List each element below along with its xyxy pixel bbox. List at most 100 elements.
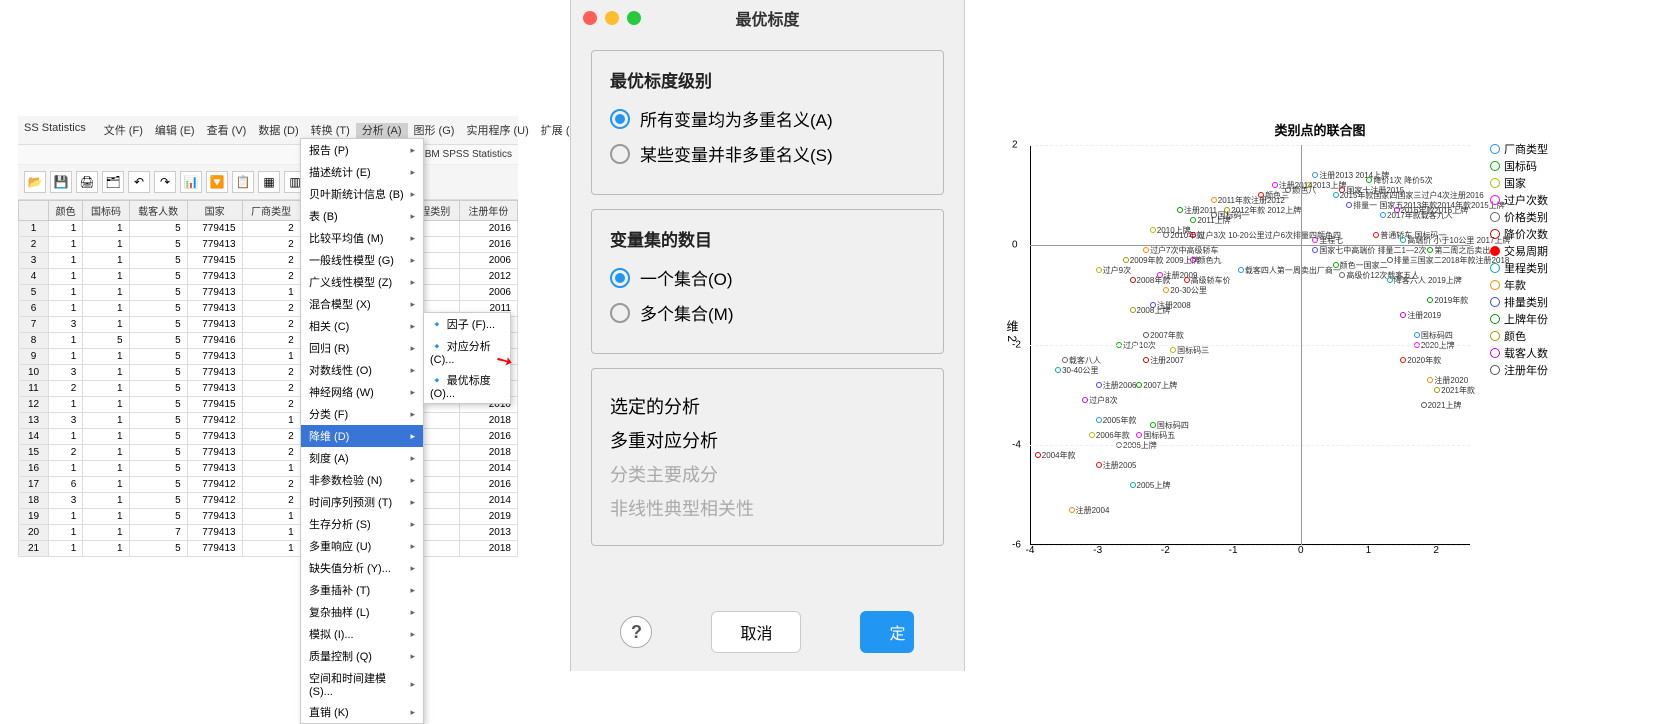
save-icon[interactable]: 💾 (50, 171, 72, 193)
table-row[interactable]: 1331577941212018212018 (19, 413, 518, 429)
define-button[interactable]: 定 (860, 611, 914, 653)
menu-item[interactable]: 神经网络 (W)▸ (301, 381, 423, 403)
menu-item[interactable]: 一般线性模型 (G)▸ (301, 249, 423, 271)
menu-item[interactable]: 贝叶斯统计信息 (B)▸ (301, 183, 423, 205)
data-point (1177, 207, 1183, 213)
data-point (1136, 432, 1142, 438)
menu-item[interactable]: 多重响应 (U)▸ (301, 535, 423, 557)
menu-item[interactable]: 空间和时间建模 (S)...▸ (301, 667, 423, 701)
menu-item[interactable]: 复杂抽样 (L)▸ (301, 601, 423, 623)
menu-item[interactable]: 对数线性 (O)▸ (301, 359, 423, 381)
split-icon[interactable]: ▦ (258, 171, 280, 193)
menu-item[interactable]: 比较平均值 (M)▸ (301, 227, 423, 249)
data-point (1096, 462, 1102, 468)
legend-item: 厂商类型 (1490, 141, 1548, 157)
redo-icon[interactable]: ↷ (154, 171, 176, 193)
table-row[interactable]: 411577941322012212012 (19, 269, 518, 285)
data-point (1096, 382, 1102, 388)
column-header[interactable]: 注册年份 (459, 201, 517, 221)
recall-icon[interactable]: 🗂 (102, 171, 124, 193)
find-icon[interactable]: 📋 (232, 171, 254, 193)
point-label: 普通轿车 国标码一 (1380, 230, 1446, 241)
menu-item[interactable]: 多重插补 (T)▸ (301, 579, 423, 601)
column-header[interactable] (19, 201, 49, 221)
table-row[interactable]: 2111577941312016212018 (19, 541, 518, 557)
table-row[interactable]: 2011777941312013212013 (19, 525, 518, 541)
radio-some-not-nominal[interactable]: 某些变量并非多重名义(S) (610, 141, 925, 166)
table-row[interactable]: 511577941312006212006 (19, 285, 518, 301)
table-row[interactable]: 1521577941322019212018 (19, 445, 518, 461)
menu-item[interactable]: 表 (B)▸ (301, 205, 423, 227)
menu-item[interactable]: 图形 (G) (408, 123, 461, 139)
column-header[interactable]: 颜色 (49, 201, 83, 221)
menu-item[interactable]: 缺失值分析 (Y)...▸ (301, 557, 423, 579)
table-row[interactable]: 1761577941222017212016 (19, 477, 518, 493)
column-header[interactable]: 国标码 (83, 201, 129, 221)
submenu-item[interactable]: 🔹 最优标度 (O)... (424, 369, 510, 403)
table-row[interactable]: 111577941522017212016 (19, 221, 518, 237)
data-point (1333, 262, 1339, 268)
print-icon[interactable]: 🖨 (76, 171, 98, 193)
table-row[interactable]: 211577941322017212016 (19, 237, 518, 253)
analyze-menu[interactable]: 报告 (P)▸描述统计 (E)▸贝叶斯统计信息 (B)▸表 (B)▸比较平均值 … (300, 138, 424, 724)
menu-item[interactable]: 质量控制 (Q)▸ (301, 645, 423, 667)
menu-item[interactable]: 报告 (P)▸ (301, 139, 423, 161)
cancel-button[interactable]: 取消 (711, 611, 801, 653)
menubar: SS Statistics 文件 (F)编辑 (E)查看 (V)数据 (D)转换… (18, 116, 518, 145)
table-row[interactable]: 311577941522006212006 (19, 253, 518, 269)
point-label: 颜色九 (1197, 255, 1221, 266)
menu-item[interactable]: 相关 (C)▸ (301, 315, 423, 337)
menu-item[interactable]: 直销 (K)▸ (301, 701, 423, 723)
open-icon[interactable]: 📂 (24, 171, 46, 193)
menu-item[interactable]: 广义线性模型 (Z)▸ (301, 271, 423, 293)
menu-item[interactable]: 分类 (F)▸ (301, 403, 423, 425)
menu-item[interactable]: 文件 (F) (98, 123, 149, 139)
table-row[interactable]: 1831577941222015112014 (19, 493, 518, 509)
vars-icon[interactable]: 🔽 (206, 171, 228, 193)
menu-item[interactable]: 实用程序 (U) (460, 123, 534, 139)
data-point (1414, 332, 1420, 338)
table-row[interactable]: 1411577941322017212016 (19, 429, 518, 445)
close-icon[interactable] (583, 11, 597, 25)
column-header[interactable]: 国家 (187, 201, 242, 221)
help-button[interactable]: ? (620, 616, 652, 648)
zoom-icon[interactable] (627, 11, 641, 25)
radio-multiple-sets[interactable]: 多个集合(M) (610, 300, 925, 325)
menu-item[interactable]: 刻度 (A)▸ (301, 447, 423, 469)
menu-item[interactable]: 生存分析 (S)▸ (301, 513, 423, 535)
menu-item[interactable]: 时间序列预测 (T)▸ (301, 491, 423, 513)
menu-item[interactable]: 分析 (A) (356, 123, 408, 139)
menu-item[interactable]: 模拟 (I)...▸ (301, 623, 423, 645)
data-point (1387, 277, 1393, 283)
analysis-mca: 多重对应分析 (610, 427, 925, 453)
minimize-icon[interactable] (605, 11, 619, 25)
point-label: 注册2008 (1157, 300, 1191, 311)
analysis-overals: 非线性典型相关性 (610, 495, 925, 521)
point-label: 国家十注册2015 (1346, 185, 1404, 196)
menu-item[interactable]: 编辑 (E) (149, 123, 201, 139)
data-point (1130, 277, 1136, 283)
column-header[interactable]: 载客人数 (129, 201, 187, 221)
menu-item[interactable]: 降维 (D)▸ (301, 425, 423, 447)
point-label: 2010上牌 (1157, 225, 1191, 236)
data-point (1143, 357, 1149, 363)
radio-all-nominal[interactable]: 所有变量均为多重名义(A) (610, 106, 925, 131)
menu-item[interactable]: 非参数检验 (N)▸ (301, 469, 423, 491)
data-point (1190, 257, 1196, 263)
menu-item[interactable]: 描述统计 (E)▸ (301, 161, 423, 183)
menu-item[interactable]: 数据 (D) (252, 123, 304, 139)
table-row[interactable]: 1611577941312015112014 (19, 461, 518, 477)
menu-item[interactable]: 混合模型 (X)▸ (301, 293, 423, 315)
y-tick: -6 (1012, 540, 1021, 551)
undo-icon[interactable]: ↶ (128, 171, 150, 193)
data-point (1143, 247, 1149, 253)
menu-item[interactable]: 回归 (R)▸ (301, 337, 423, 359)
submenu-item[interactable]: 🔹 因子 (F)... (424, 313, 510, 335)
radio-one-set[interactable]: 一个集合(O) (610, 265, 925, 290)
table-row[interactable]: 1911577941312019112019 (19, 509, 518, 525)
radio-icon (610, 303, 630, 323)
column-header[interactable]: 厂商类型 (242, 201, 300, 221)
menu-item[interactable]: 查看 (V) (201, 123, 253, 139)
menu-item[interactable]: 转换 (T) (305, 123, 356, 139)
goto-icon[interactable]: 📊 (180, 171, 202, 193)
